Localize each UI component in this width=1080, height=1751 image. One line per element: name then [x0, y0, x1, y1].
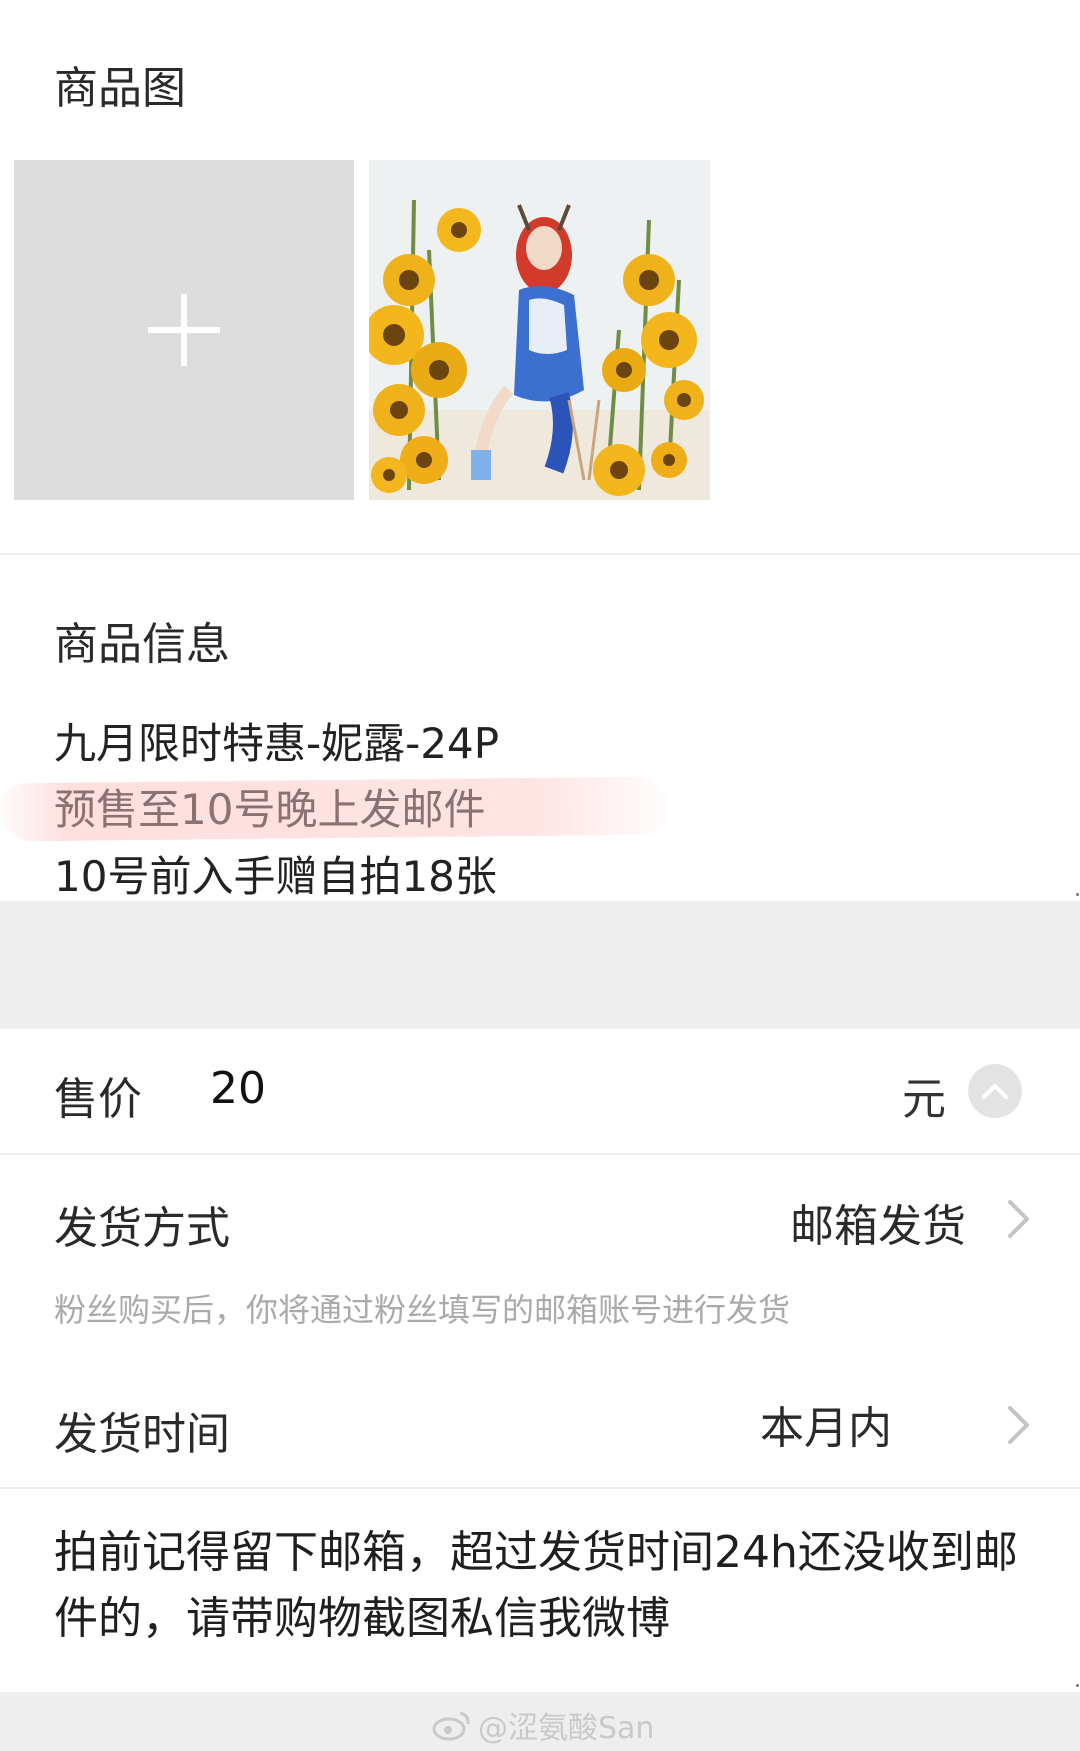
info-section-title: 商品信息 [54, 619, 230, 670]
shipping-method-value[interactable]: 邮箱发货 [790, 1190, 966, 1254]
price-input[interactable]: 20 [210, 1063, 266, 1114]
plus-icon [148, 294, 220, 366]
weibo-icon [432, 1711, 470, 1741]
section-divider [0, 553, 1080, 555]
shipping-time-value[interactable]: 本月内 [760, 1392, 892, 1456]
images-section-title: 商品图 [54, 63, 186, 114]
chevron-up-icon [982, 1084, 1008, 1099]
scroll-indicator [1076, 1684, 1079, 1687]
add-image-button[interactable] [14, 160, 354, 500]
price-collapse-button[interactable] [968, 1064, 1022, 1118]
notes-text[interactable]: 拍前记得留下邮箱，超过发货时间24h还没收到邮件的，请带购物截图私信我微博 [54, 1520, 1034, 1652]
scroll-indicator [1076, 893, 1079, 896]
price-unit: 元 [902, 1074, 946, 1125]
price-label: 售价 [54, 1074, 142, 1125]
info-line-1[interactable]: 九月限时特惠-妮露-24P [54, 710, 499, 771]
info-line-2[interactable]: 预售至10号晚上发邮件 [54, 776, 485, 837]
product-photo-illustration [369, 160, 710, 500]
section-spacer [0, 901, 1080, 1029]
chevron-right-icon[interactable] [1003, 1404, 1033, 1446]
shipping-time-label: 发货时间 [54, 1409, 230, 1460]
row-divider [0, 1153, 1080, 1155]
product-photo[interactable] [369, 160, 710, 500]
watermark: @涩氨酸San [432, 1703, 654, 1747]
watermark-text: @涩氨酸San [478, 1711, 655, 1746]
row-divider [0, 1487, 1080, 1489]
chevron-right-icon[interactable] [1003, 1198, 1033, 1240]
shipping-method-hint: 粉丝购买后，你将通过粉丝填写的邮箱账号进行发货 [54, 1291, 791, 1329]
info-line-3[interactable]: 10号前入手赠自拍18张 [54, 843, 497, 904]
shipping-method-label: 发货方式 [54, 1203, 230, 1254]
